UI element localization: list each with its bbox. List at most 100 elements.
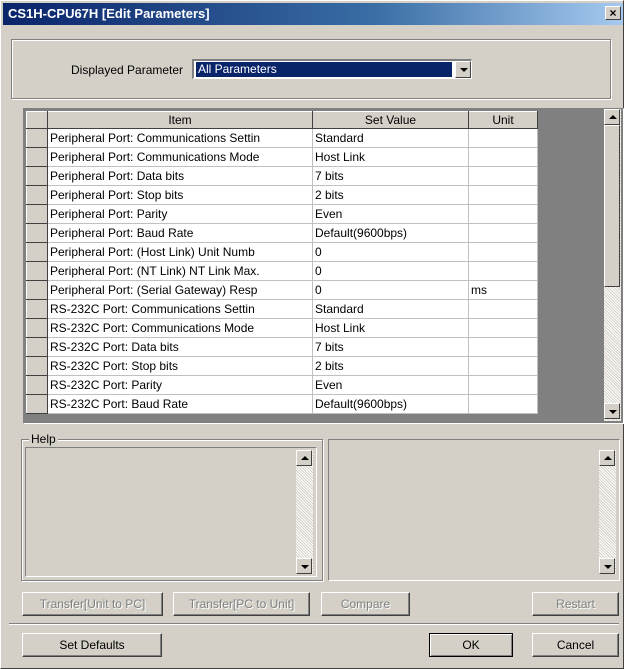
table-row[interactable]: Peripheral Port: (Serial Gateway) Resp 0 m…	[26, 280, 538, 300]
table-row[interactable]: Peripheral Port: Stop bits 2 bits	[26, 185, 538, 205]
unit-cell	[468, 128, 538, 148]
set-value-cell[interactable]: Default(9600bps)	[312, 223, 469, 243]
item-cell: Peripheral Port: Data bits	[47, 166, 313, 186]
table-row[interactable]: Peripheral Port: Parity Even	[26, 204, 538, 224]
table-row[interactable]: RS-232C Port: Data bits 7 bits	[26, 337, 538, 357]
transfer-unit-to-pc-button[interactable]: Transfer[Unit to PC]	[22, 592, 163, 616]
row-header-cell[interactable]	[26, 242, 48, 262]
table-row[interactable]: Peripheral Port: Communications Settin St…	[26, 128, 538, 148]
table-row[interactable]: Peripheral Port: Baud Rate Default(9600bp…	[26, 223, 538, 243]
parameter-grid: Item Set Value Unit Peripheral Port: Com…	[23, 108, 624, 424]
item-cell: Peripheral Port: Stop bits	[47, 185, 313, 205]
help-label: Help	[29, 432, 58, 446]
row-header-cell[interactable]	[26, 337, 48, 357]
unit-cell	[468, 242, 538, 262]
displayed-parameter-select[interactable]: All Parameters	[192, 59, 472, 79]
help-right-scrollbar[interactable]	[599, 450, 616, 574]
set-value-cell[interactable]: Even	[312, 204, 469, 224]
separator	[9, 623, 619, 625]
unit-cell	[468, 261, 538, 281]
unit-cell	[468, 166, 538, 186]
scroll-up-button[interactable]	[599, 450, 615, 466]
item-cell: Peripheral Port: Baud Rate	[47, 223, 313, 243]
unit-cell	[468, 299, 538, 319]
row-header-cell[interactable]	[26, 375, 48, 395]
row-header-cell[interactable]	[26, 166, 48, 186]
set-value-cell[interactable]: Host Link	[312, 318, 469, 338]
set-value-cell[interactable]: Standard	[312, 299, 469, 319]
row-header-cell[interactable]	[26, 299, 48, 319]
row-header-cell[interactable]	[26, 185, 48, 205]
item-cell: RS-232C Port: Data bits	[47, 337, 313, 357]
row-header-cell[interactable]	[26, 128, 48, 148]
set-value-cell[interactable]: Host Link	[312, 147, 469, 167]
scroll-thumb[interactable]	[604, 125, 620, 287]
table-row[interactable]: RS-232C Port: Baud Rate Default(9600bps)	[26, 394, 538, 414]
edit-parameters-dialog: CS1H-CPU67H [Edit Parameters] × Displaye…	[0, 0, 624, 669]
table-row[interactable]: RS-232C Port: Stop bits 2 bits	[26, 356, 538, 376]
set-value-cell[interactable]: Default(9600bps)	[312, 394, 469, 414]
row-header-cell[interactable]	[26, 223, 48, 243]
row-header-cell[interactable]	[26, 318, 48, 338]
table-header-row: Item Set Value Unit	[26, 111, 538, 129]
table-row[interactable]: RS-232C Port: Parity Even	[26, 375, 538, 395]
dropdown-button[interactable]	[455, 61, 471, 78]
set-value-cell[interactable]: 0	[312, 280, 469, 300]
scroll-down-button[interactable]	[604, 403, 620, 419]
item-cell: RS-232C Port: Baud Rate	[47, 394, 313, 414]
table-row[interactable]: RS-232C Port: Communications Mode Host Li…	[26, 318, 538, 338]
title-bar[interactable]: CS1H-CPU67H [Edit Parameters] ×	[3, 3, 623, 25]
item-cell: Peripheral Port: Parity	[47, 204, 313, 224]
row-header-cell[interactable]	[26, 356, 48, 376]
set-value-cell[interactable]: 7 bits	[312, 166, 469, 186]
set-defaults-button[interactable]: Set Defaults	[22, 633, 162, 657]
row-header-cell[interactable]	[26, 280, 48, 300]
window-title: CS1H-CPU67H [Edit Parameters]	[8, 6, 210, 21]
help-text-left[interactable]	[25, 447, 317, 577]
scroll-up-button[interactable]	[296, 450, 312, 466]
arrow-down-icon	[609, 410, 617, 414]
corner-header	[26, 111, 48, 129]
restart-button[interactable]: Restart	[532, 592, 619, 616]
row-header-cell[interactable]	[26, 261, 48, 281]
arrow-down-icon	[301, 565, 309, 569]
item-cell: Peripheral Port: (NT Link) NT Link Max.	[47, 261, 313, 281]
row-header-cell[interactable]	[26, 204, 48, 224]
displayed-parameter-value: All Parameters	[196, 62, 452, 77]
cancel-button[interactable]: Cancel	[532, 633, 619, 657]
grid-vertical-scrollbar[interactable]	[604, 109, 621, 421]
set-value-cell[interactable]: Even	[312, 375, 469, 395]
set-value-cell[interactable]: 2 bits	[312, 356, 469, 376]
set-value-cell[interactable]: 0	[312, 261, 469, 281]
column-header-item[interactable]: Item	[47, 111, 313, 129]
set-value-cell[interactable]: 2 bits	[312, 185, 469, 205]
table-row[interactable]: RS-232C Port: Communications Settin Stand…	[26, 299, 538, 319]
row-header-cell[interactable]	[26, 147, 48, 167]
set-value-cell[interactable]: Standard	[312, 128, 469, 148]
set-value-cell[interactable]: 7 bits	[312, 337, 469, 357]
help-left-scrollbar[interactable]	[296, 450, 313, 574]
compare-button[interactable]: Compare	[321, 592, 410, 616]
scroll-down-button[interactable]	[599, 558, 615, 574]
item-cell: RS-232C Port: Parity	[47, 375, 313, 395]
row-header-cell[interactable]	[26, 394, 48, 414]
unit-cell	[468, 204, 538, 224]
ok-button[interactable]: OK	[429, 633, 513, 657]
table-row[interactable]: Peripheral Port: (NT Link) NT Link Max. 0	[26, 261, 538, 281]
unit-cell	[468, 394, 538, 414]
set-value-cell[interactable]: 0	[312, 242, 469, 262]
arrow-up-icon	[604, 456, 612, 460]
close-button[interactable]: ×	[605, 6, 621, 20]
scroll-up-button[interactable]	[604, 109, 620, 125]
arrow-down-icon	[604, 565, 612, 569]
unit-cell: ms	[468, 280, 538, 300]
transfer-pc-to-unit-button[interactable]: Transfer[PC to Unit]	[173, 592, 310, 616]
scroll-down-button[interactable]	[296, 558, 312, 574]
column-header-set-value[interactable]: Set Value	[312, 111, 469, 129]
item-cell: Peripheral Port: Communications Settin	[47, 128, 313, 148]
column-header-unit[interactable]: Unit	[468, 111, 538, 129]
table-row[interactable]: Peripheral Port: (Host Link) Unit Numb 0	[26, 242, 538, 262]
help-text-right[interactable]	[328, 439, 620, 581]
table-row[interactable]: Peripheral Port: Data bits 7 bits	[26, 166, 538, 186]
table-row[interactable]: Peripheral Port: Communications Mode Host…	[26, 147, 538, 167]
